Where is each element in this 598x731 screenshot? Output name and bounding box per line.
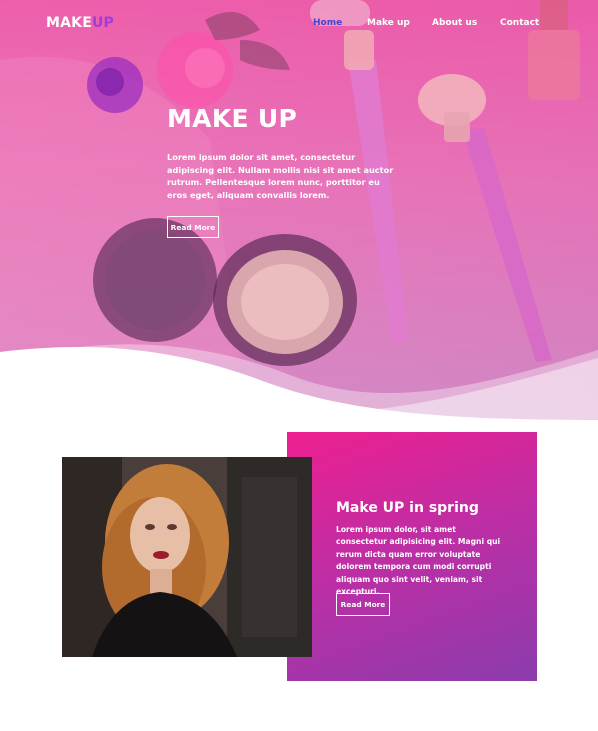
- feature-description: Lorem ipsum dolor, sit amet consectetur …: [336, 525, 501, 597]
- hero-description: Lorem ipsum dolor sit amet, consectetur …: [167, 152, 394, 200]
- nav-item-contact[interactable]: Contact: [500, 18, 539, 28]
- feature-title: Make UP in spring: [336, 500, 479, 516]
- logo-main: MAKE: [46, 15, 92, 31]
- nav-item-home[interactable]: Home: [313, 18, 342, 28]
- nav-item-about-us[interactable]: About us: [432, 18, 477, 28]
- hero-title: MAKE UP: [167, 104, 298, 133]
- hero-section: MAKEUP Home Make up About us Contact MAK…: [0, 0, 598, 420]
- nav-item-make-up[interactable]: Make up: [367, 18, 410, 28]
- hero-wave-divider: [0, 344, 598, 420]
- logo-accent: UP: [91, 15, 115, 31]
- hero-read-more-button[interactable]: Read More: [167, 216, 219, 238]
- top-navigation: MAKEUP Home Make up About us Contact: [0, 0, 598, 48]
- site-logo[interactable]: MAKEUP: [46, 15, 114, 31]
- feature-portrait-image: [62, 457, 312, 657]
- feature-read-more-button[interactable]: Read More: [336, 593, 390, 616]
